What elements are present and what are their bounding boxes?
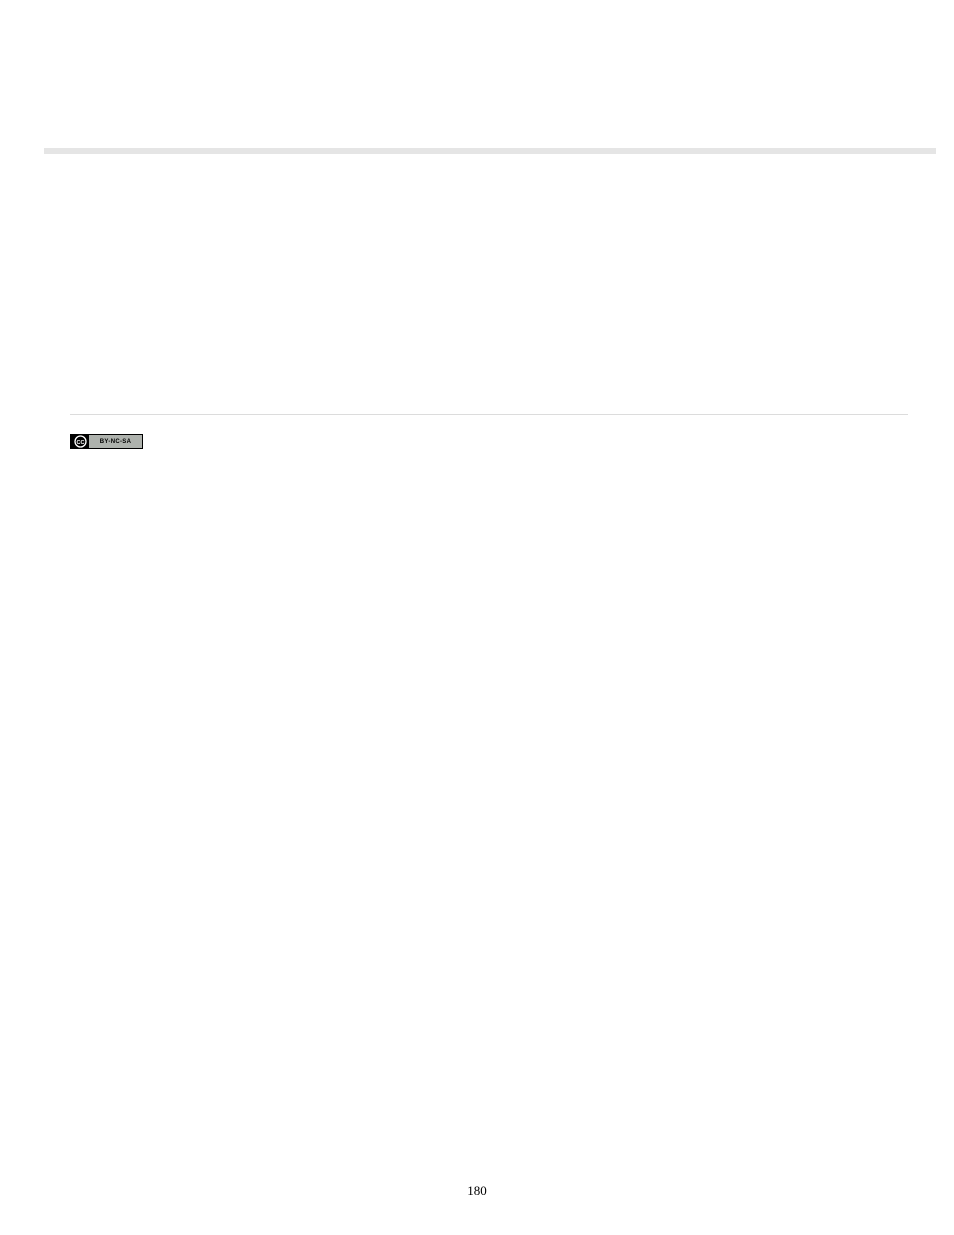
cc-logo-icon: CC	[71, 435, 89, 448]
cc-license-badge: CC BY-NC-SA	[70, 434, 143, 449]
header-bar	[44, 148, 936, 154]
cc-license-terms: BY-NC-SA	[89, 435, 142, 448]
svg-text:CC: CC	[76, 440, 84, 446]
horizontal-divider	[70, 414, 908, 415]
page-number: 180	[0, 1183, 954, 1199]
